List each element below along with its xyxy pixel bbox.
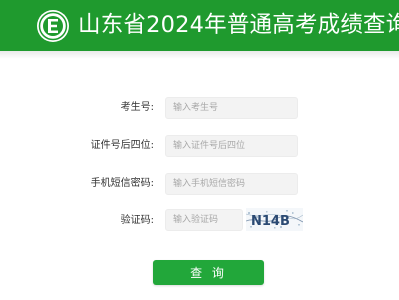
captcha-graphic: N14B bbox=[246, 208, 303, 231]
sms-password-input[interactable] bbox=[165, 173, 298, 195]
exam-board-seal-icon bbox=[37, 10, 69, 42]
captcha-input[interactable] bbox=[165, 209, 243, 231]
captcha-image[interactable]: N14B bbox=[246, 208, 303, 231]
captcha-text: N14B bbox=[251, 214, 290, 229]
exam-number-input[interactable] bbox=[165, 97, 298, 119]
page-title: 山东省2024年普通高考成绩查询 bbox=[78, 12, 399, 38]
page-header: 山东省2024年普通高考成绩查询 bbox=[0, 0, 399, 51]
captcha-label: 验证码: bbox=[120, 215, 154, 226]
id-last4-label: 证件号后四位: bbox=[90, 140, 154, 151]
sms-password-label: 手机短信密码: bbox=[90, 178, 154, 189]
id-last4-input[interactable] bbox=[165, 135, 298, 157]
header-shadow bbox=[0, 51, 399, 59]
query-button[interactable]: 查 询 bbox=[153, 260, 264, 285]
exam-number-label: 考生号: bbox=[120, 102, 154, 113]
